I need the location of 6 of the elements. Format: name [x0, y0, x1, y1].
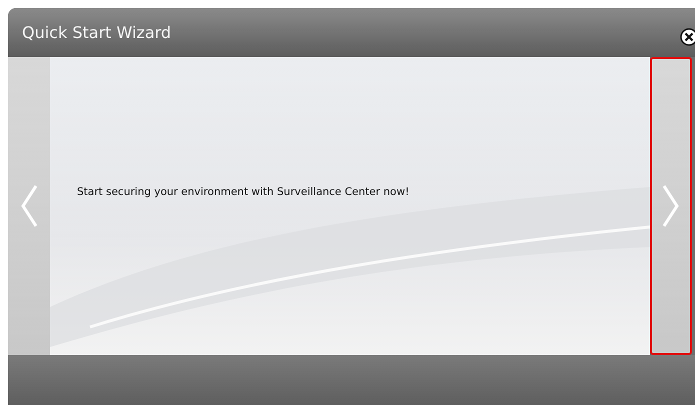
welcome-message: Start securing your environment with Surveillance Center now!: [77, 186, 410, 198]
close-icon[interactable]: [680, 28, 695, 46]
chevron-right-icon: [662, 184, 680, 228]
window-title: Quick Start Wizard: [22, 23, 172, 42]
chevron-left-icon: [20, 184, 38, 228]
next-button[interactable]: [650, 57, 692, 355]
